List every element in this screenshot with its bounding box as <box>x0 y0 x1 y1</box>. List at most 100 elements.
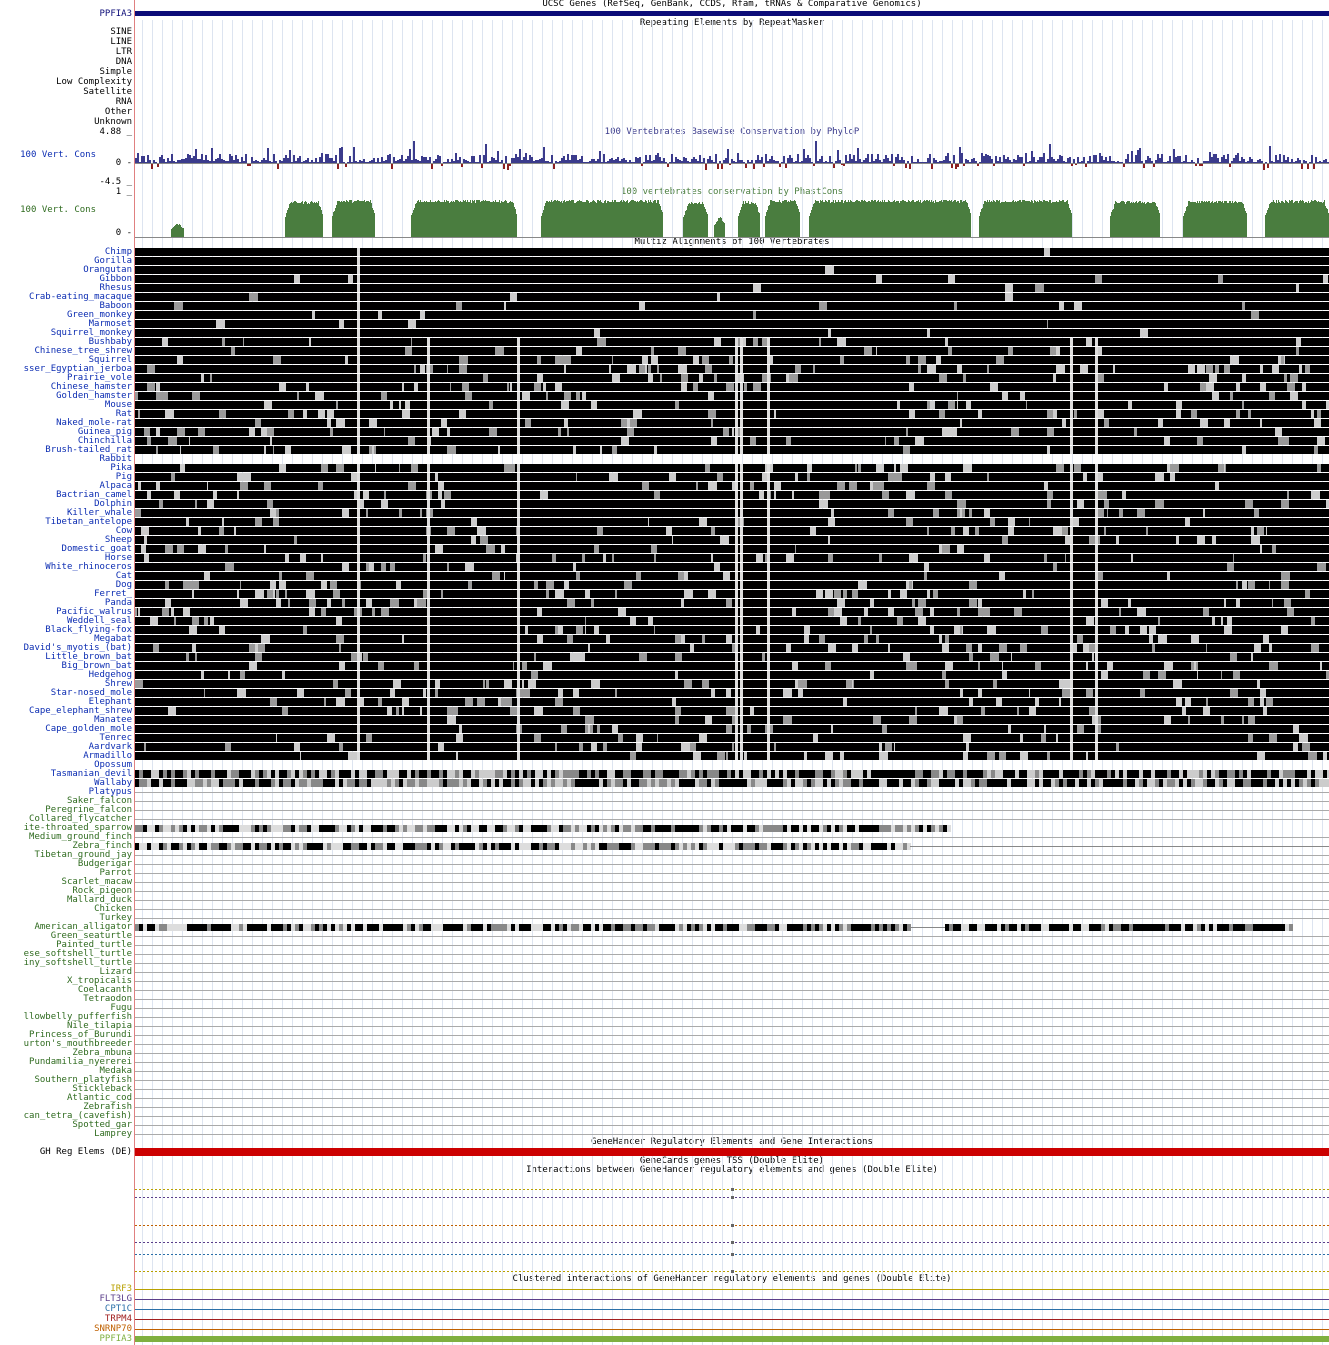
alignment-block <box>723 770 727 778</box>
alignment-gap <box>831 725 833 733</box>
alignment-block <box>347 843 351 850</box>
alignment-block <box>475 779 479 787</box>
alignment-block <box>1275 770 1279 778</box>
phastcons-column <box>559 201 560 237</box>
phastcons-column <box>833 200 834 237</box>
phylop-bar <box>455 153 457 163</box>
phylop-bar <box>239 162 241 163</box>
phastcons-column <box>466 202 467 237</box>
phylop-bar <box>751 160 753 163</box>
phastcons-column <box>289 204 290 237</box>
alignment-gap <box>1158 419 1163 427</box>
alignment-block <box>1303 770 1307 778</box>
alignment-block <box>515 779 519 787</box>
phastcons-column <box>865 201 866 237</box>
alignment-block <box>911 770 915 778</box>
alignment-block <box>1011 770 1015 778</box>
phastcons-column <box>422 202 423 237</box>
phastcons-column <box>1056 201 1057 237</box>
phylop-bar <box>1187 162 1189 163</box>
phastcons-column <box>1316 201 1317 237</box>
alignment-gap <box>1095 437 1098 445</box>
phastcons-column <box>660 206 661 237</box>
phastcons-column <box>943 200 944 237</box>
alignment-gap <box>517 680 520 688</box>
phastcons-column <box>1065 202 1066 237</box>
alignment-block <box>815 924 819 931</box>
alignment-block <box>135 698 1329 706</box>
phastcons-column <box>1017 201 1018 237</box>
alignment-block <box>835 924 839 931</box>
phastcons-column <box>175 225 176 237</box>
alignment-block <box>779 843 783 850</box>
phastcons-column <box>817 201 818 237</box>
alignment-gap <box>740 725 743 733</box>
phylop-bar <box>563 156 565 163</box>
phylop-bar <box>711 160 713 163</box>
alignment-gap <box>648 374 653 382</box>
alignment-gap <box>740 671 743 679</box>
alignment-block <box>871 825 875 832</box>
alignment-block <box>1155 770 1159 778</box>
phylop-bar <box>725 158 727 163</box>
phylop-bar <box>377 158 379 163</box>
alignment-block <box>1111 770 1115 778</box>
alignment-block <box>435 843 439 850</box>
alignment-block <box>751 770 755 778</box>
alignment-gap <box>345 689 351 697</box>
alignment-gap <box>885 743 892 751</box>
alignment-block <box>977 924 981 931</box>
ppfia3-gene-bar[interactable] <box>135 11 1329 16</box>
alignment-block <box>347 825 351 832</box>
alignment-block <box>1285 924 1289 931</box>
alignment-block <box>739 770 743 778</box>
phastcons-column <box>1274 202 1275 237</box>
alignment-block <box>835 825 839 832</box>
alignment-gap <box>858 617 861 625</box>
phylop-bar <box>1181 162 1183 163</box>
phastcons-column <box>1297 201 1298 237</box>
alignment-block <box>567 843 571 850</box>
alignment-block <box>423 770 427 778</box>
alignment-block <box>1071 770 1075 778</box>
alignment-gap <box>948 275 955 283</box>
alignment-block <box>311 825 315 832</box>
alignment-gap <box>1070 365 1073 373</box>
phylop-bar <box>1103 160 1105 163</box>
phylop-bar <box>1321 162 1323 163</box>
alignment-block <box>315 770 319 778</box>
alignment-gap <box>174 491 180 499</box>
phylop-bar <box>369 161 371 163</box>
alignment-gap <box>135 608 137 616</box>
phylop-bar <box>981 153 983 163</box>
alignment-block <box>187 924 191 931</box>
genome-browser-tracks[interactable] <box>0 0 1329 1345</box>
alignment-gap <box>888 590 891 598</box>
alignment-block <box>1259 779 1263 787</box>
phastcons-column <box>1141 203 1142 237</box>
phylop-bar <box>521 160 523 163</box>
alignment-block <box>683 770 687 778</box>
alignment-gap <box>1044 482 1048 490</box>
alignment-block <box>235 924 239 931</box>
alignment-block <box>411 924 415 931</box>
phastcons-column <box>589 203 590 237</box>
alignment-block <box>267 825 271 832</box>
alignment-gap <box>270 581 276 589</box>
alignment-gap <box>756 626 760 634</box>
alignment-gap <box>141 545 146 553</box>
alignment-block <box>887 779 891 787</box>
phastcons-column <box>1064 202 1065 237</box>
genehancer-element-bar[interactable] <box>135 1148 1329 1156</box>
phastcons-column <box>985 201 986 237</box>
alignment-gap <box>387 707 392 715</box>
phastcons-column <box>843 203 844 237</box>
alignment-block <box>659 770 663 778</box>
alignment-gap <box>767 734 770 742</box>
alignment-block <box>835 779 839 787</box>
phylop-bar <box>287 158 289 163</box>
phastcons-column <box>1037 201 1038 237</box>
alignment-block <box>743 779 747 787</box>
alignment-gap <box>357 581 360 589</box>
alignment-gap <box>1070 338 1073 346</box>
